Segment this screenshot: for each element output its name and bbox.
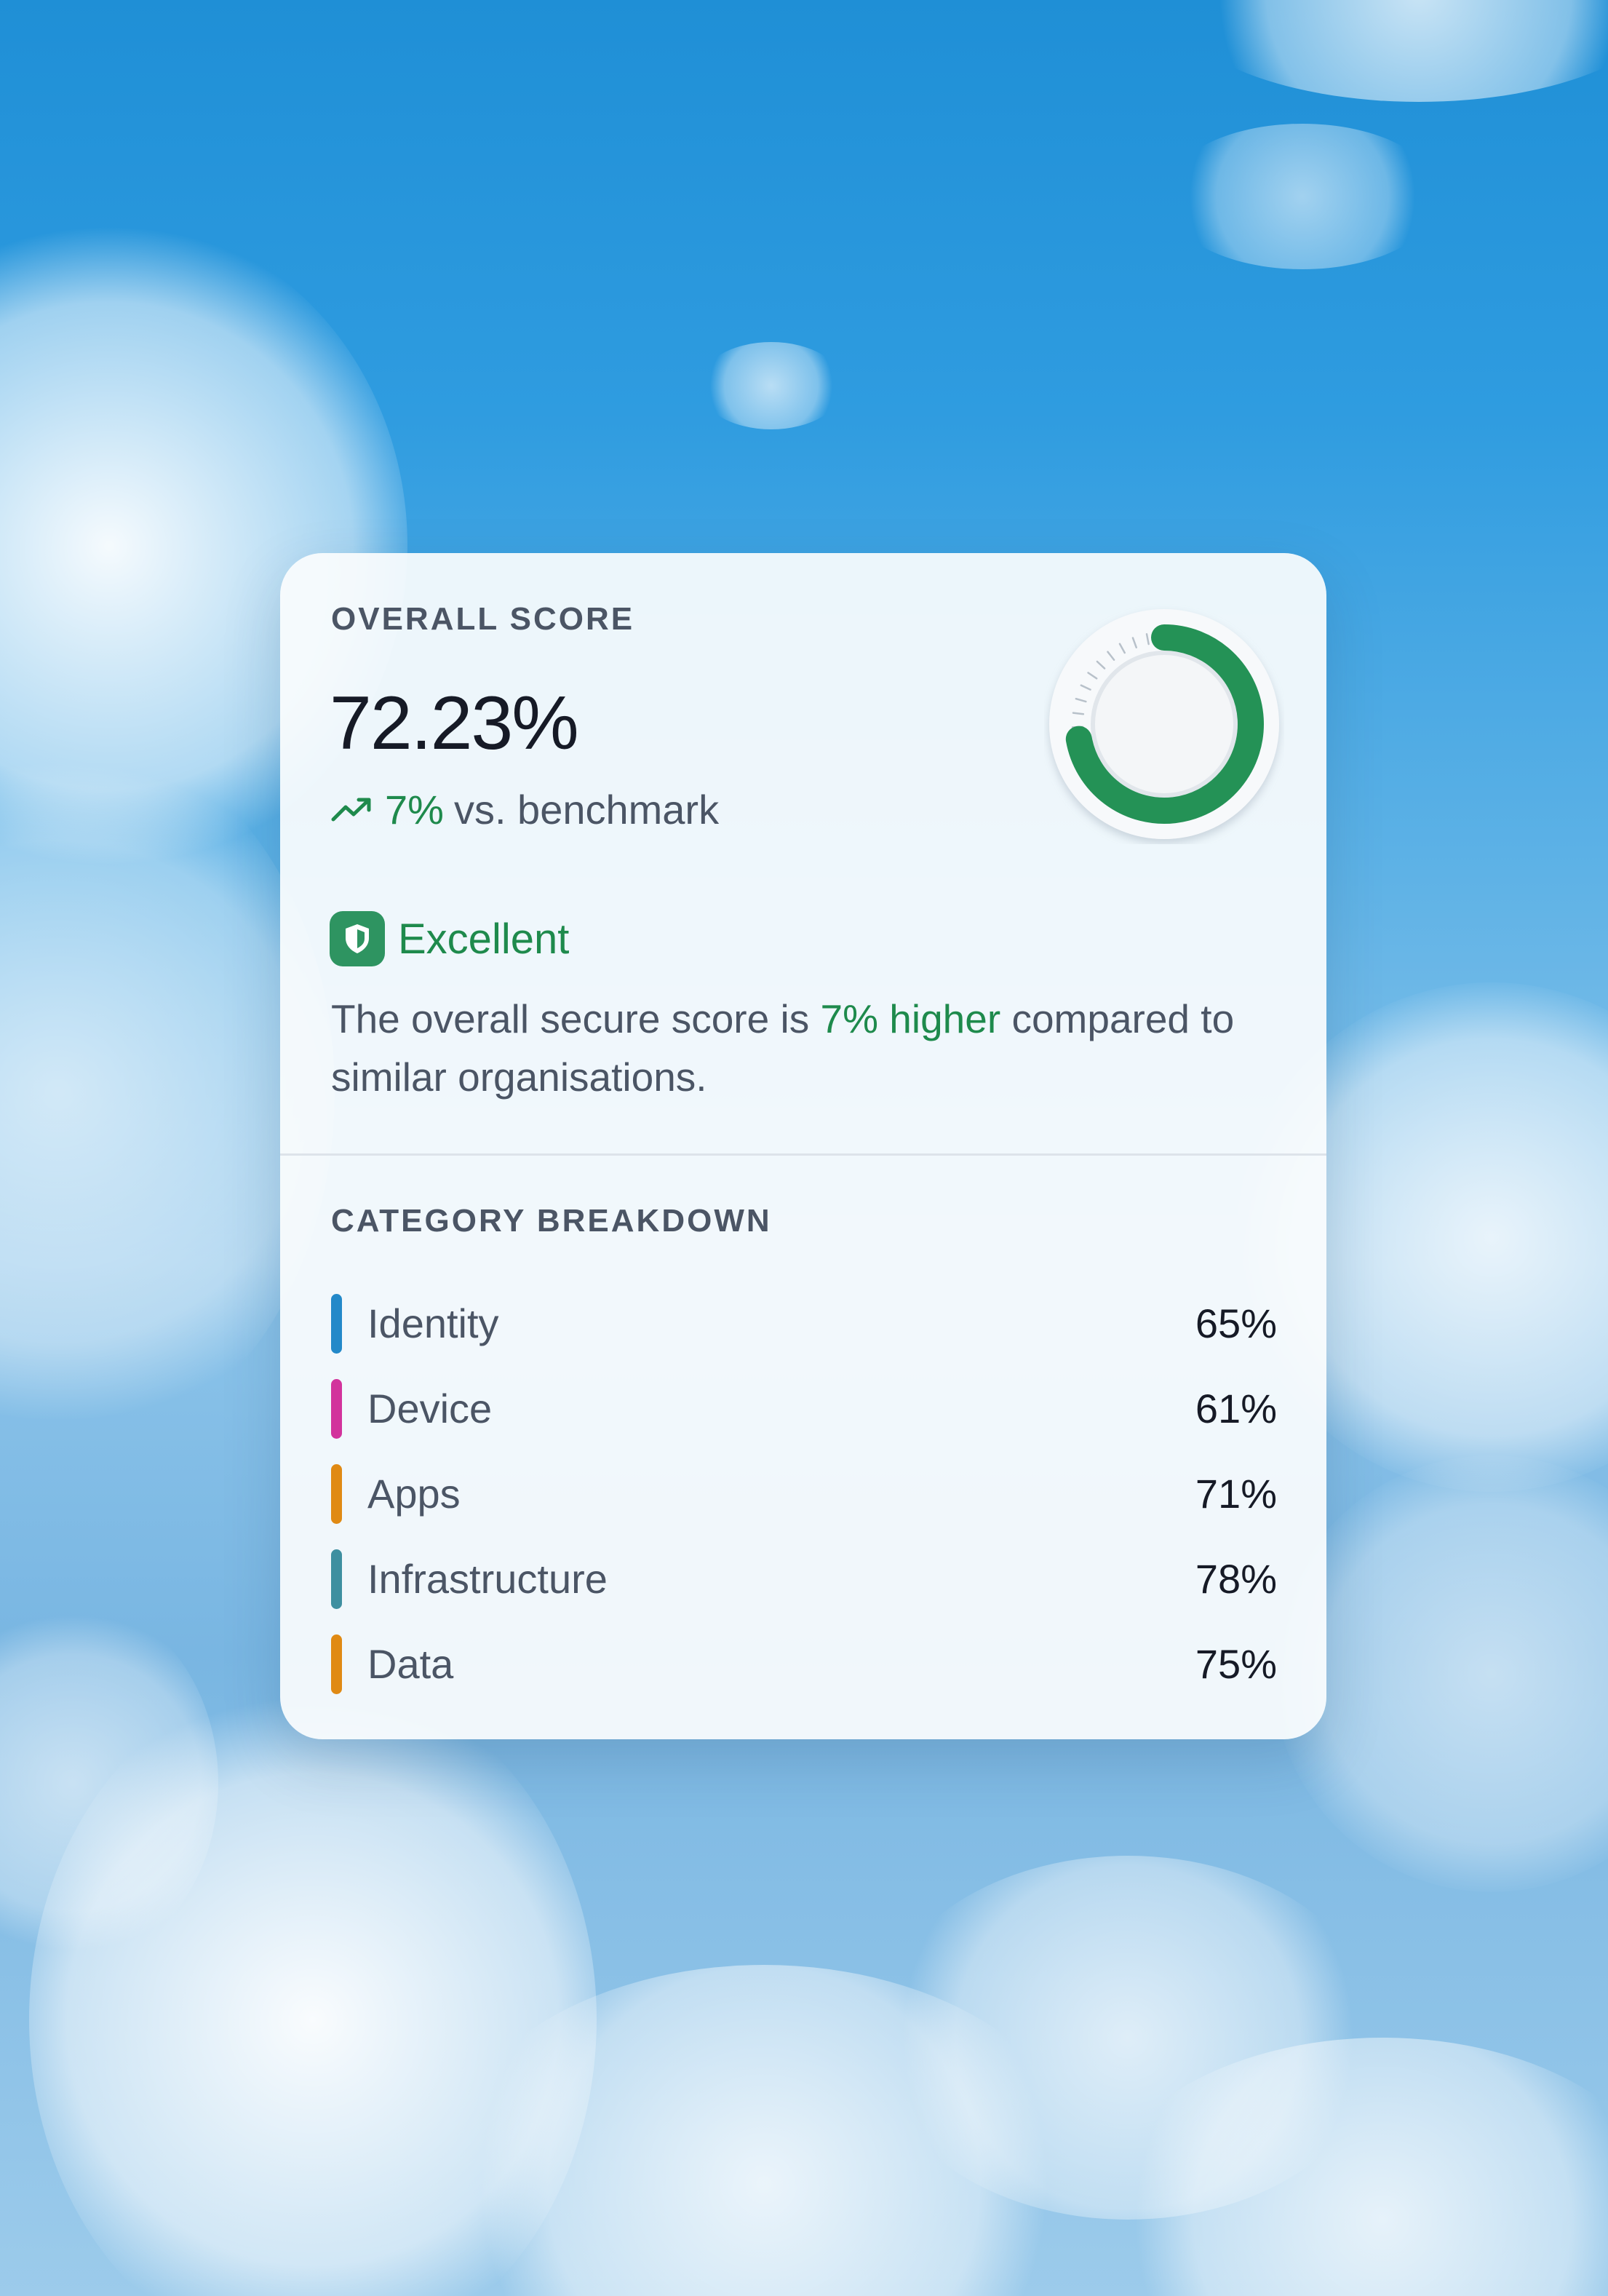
category-value: 65% xyxy=(1195,1300,1277,1346)
section-divider xyxy=(280,1153,1326,1156)
category-value: 75% xyxy=(1195,1641,1277,1687)
secure-score-card: OVERALL SCORE 72.23% 7% vs. benchmark Ex… xyxy=(280,553,1326,1739)
score-description: The overall secure score is 7% higher co… xyxy=(331,990,1277,1106)
trend-percent: 7% xyxy=(385,787,444,833)
trending-up-icon xyxy=(331,786,373,833)
benchmark-trend: 7% vs. benchmark xyxy=(331,786,719,833)
category-list: Identity 65% Device 61% Apps 71% Infrast… xyxy=(331,1281,1277,1707)
category-name: Data xyxy=(367,1641,454,1687)
category-color-bar xyxy=(331,1293,342,1354)
category-value: 71% xyxy=(1195,1471,1277,1517)
description-text-start: The overall secure score is xyxy=(331,996,821,1041)
trend-text: vs. benchmark xyxy=(453,787,720,833)
overall-score-label: OVERALL SCORE xyxy=(331,601,635,637)
category-name: Apps xyxy=(367,1471,461,1517)
score-gauge xyxy=(1044,604,1284,844)
rating-row: Excellent xyxy=(330,911,569,966)
category-name: Device xyxy=(367,1386,493,1431)
category-row-data: Data 75% xyxy=(331,1621,1277,1707)
overall-score-value: 72.23% xyxy=(330,681,579,766)
category-color-bar xyxy=(331,1463,342,1524)
category-value: 78% xyxy=(1195,1556,1277,1602)
description-highlight: 7% higher xyxy=(820,996,1001,1041)
category-row-apps: Apps 71% xyxy=(331,1451,1277,1536)
rating-label: Excellent xyxy=(398,915,570,963)
category-color-bar xyxy=(331,1378,342,1439)
category-row-identity: Identity 65% xyxy=(331,1281,1277,1366)
category-breakdown-label: CATEGORY BREAKDOWN xyxy=(331,1203,772,1239)
category-value: 61% xyxy=(1195,1386,1277,1431)
category-row-device: Device 61% xyxy=(331,1366,1277,1451)
category-name: Infrastructure xyxy=(367,1556,608,1602)
category-row-infrastructure: Infrastructure 78% xyxy=(331,1536,1277,1621)
category-color-bar xyxy=(331,1549,342,1609)
category-name: Identity xyxy=(367,1300,499,1346)
category-color-bar xyxy=(331,1634,342,1694)
shield-icon xyxy=(330,911,385,966)
gauge-tick xyxy=(1072,712,1085,715)
